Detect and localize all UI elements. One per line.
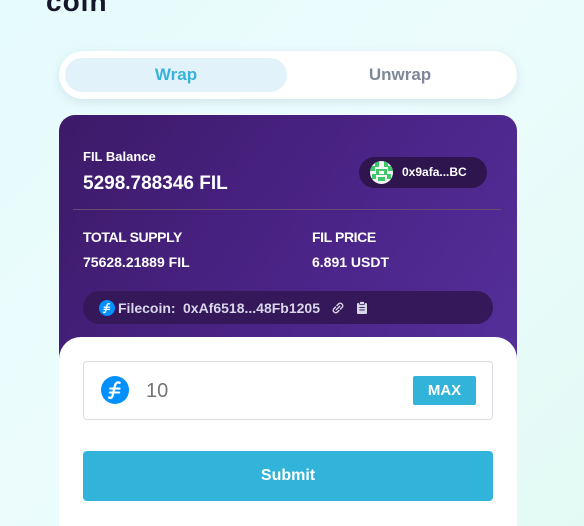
amount-field[interactable]: MAX xyxy=(83,361,493,420)
balance-card: FIL Balance 5298.788346 FIL 0x9afa...BC … xyxy=(59,115,517,375)
contract-info-bar: Filecoin: 0xAf6518...48Fb1205 xyxy=(83,291,493,324)
total-supply-label: TOTAL SUPPLY xyxy=(83,229,182,245)
wallet-address-pill[interactable]: 0x9afa...BC xyxy=(359,157,487,188)
contract-label: Filecoin: xyxy=(118,300,176,316)
wrap-unwrap-tabs: Wrap Unwrap xyxy=(59,51,517,99)
brand-text-partial: coin xyxy=(46,0,108,17)
balance-value: 5298.788346 FIL xyxy=(83,173,228,194)
wallet-address: 0x9afa...BC xyxy=(402,165,467,179)
total-supply-value: 75628.21889 FIL xyxy=(83,254,190,270)
card-divider xyxy=(73,209,501,210)
tab-unwrap[interactable]: Unwrap xyxy=(289,58,511,92)
submit-button[interactable]: Submit xyxy=(83,451,493,501)
fil-price-label: FIL PRICE xyxy=(312,229,376,245)
copy-icon[interactable] xyxy=(356,301,368,319)
max-button[interactable]: MAX xyxy=(413,376,476,405)
balance-label: FIL Balance xyxy=(83,149,156,164)
contract-address: 0xAf6518...48Fb1205 xyxy=(183,300,320,316)
filecoin-icon xyxy=(101,376,129,409)
link-icon[interactable] xyxy=(332,301,344,319)
fil-price-value: 6.891 USDT xyxy=(312,254,390,270)
amount-input[interactable] xyxy=(146,378,396,404)
tab-wrap[interactable]: Wrap xyxy=(65,58,287,92)
filecoin-icon xyxy=(99,300,115,321)
identicon-avatar xyxy=(370,161,393,184)
wrap-form-panel: MAX Submit xyxy=(59,337,517,526)
